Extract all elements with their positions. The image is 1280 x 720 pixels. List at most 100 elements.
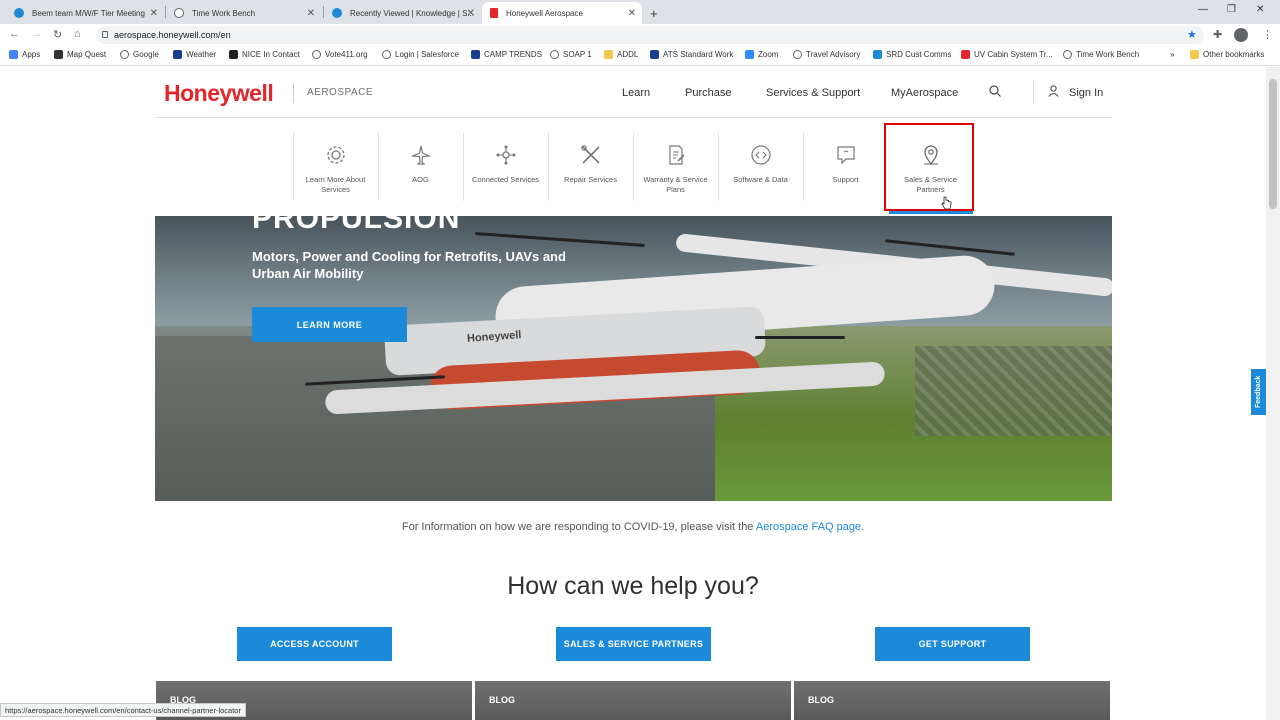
- service-repair[interactable]: Repair Services: [548, 133, 633, 205]
- user-icon[interactable]: [1048, 85, 1059, 97]
- apps-grid-icon: [9, 50, 18, 59]
- bookmark-map-quest[interactable]: Map Quest: [54, 50, 106, 59]
- tools-icon: [580, 145, 600, 164]
- bookmark-salesforce[interactable]: Login | Salesforce: [382, 50, 459, 59]
- sales-service-partners-button[interactable]: SALES & SERVICE PARTNERS: [556, 627, 711, 661]
- tab-beem-team[interactable]: Beem team M/W/F Tier Meeting ✕: [6, 2, 164, 24]
- bookmark-label: SOAP 1: [563, 50, 592, 59]
- honeywell-logo[interactable]: Honeywell: [164, 80, 274, 107]
- service-label: Repair Services: [564, 175, 617, 184]
- zoom-icon: [745, 50, 754, 59]
- service-learn-more[interactable]: Learn More About Services: [293, 133, 378, 205]
- service-software-data[interactable]: Software & Data: [718, 133, 803, 205]
- back-icon[interactable]: ←: [9, 28, 20, 40]
- service-support[interactable]: Support: [803, 133, 888, 205]
- bookmark-uv-cabin[interactable]: UV Cabin System Tr...: [961, 50, 1053, 59]
- header-divider: [1033, 80, 1034, 104]
- close-icon[interactable]: ✕: [150, 8, 158, 19]
- star-icon[interactable]: ★: [1187, 28, 1197, 41]
- bookmark-time-work-bench[interactable]: Time Work Bench: [1063, 50, 1139, 59]
- bookmark-label: NICE In Contact: [242, 50, 300, 59]
- bookmark-addl[interactable]: ADDL: [604, 50, 638, 59]
- header-rule: [155, 117, 1112, 118]
- minimize-icon[interactable]: —: [1198, 4, 1208, 15]
- bookmark-vote411[interactable]: Vote411.org: [312, 50, 368, 59]
- bookmark-soap1[interactable]: SOAP 1: [550, 50, 592, 59]
- blog-card[interactable]: BLOG: [475, 681, 791, 720]
- close-icon[interactable]: ✕: [467, 8, 475, 19]
- bookmark-label: Zoom: [758, 50, 779, 59]
- bookmarks-bar: Apps Map Quest Google Weather NICE In Co…: [0, 46, 1280, 66]
- honeywell-favicon-icon: [490, 8, 498, 18]
- more-bookmarks-button[interactable]: »: [1170, 50, 1174, 59]
- service-label: Connected Services: [471, 175, 540, 184]
- reload-icon[interactable]: ↻: [53, 28, 62, 41]
- address-bar[interactable]: aerospace.honeywell.com/en: [96, 26, 1204, 44]
- bookmark-weather[interactable]: Weather: [173, 50, 216, 59]
- bookmark-google[interactable]: Google: [120, 50, 159, 59]
- close-icon[interactable]: ✕: [307, 8, 315, 19]
- bookmark-other[interactable]: Other bookmarks: [1190, 50, 1264, 59]
- bookmark-apps[interactable]: Apps: [9, 50, 40, 59]
- nav-myaerospace[interactable]: MyAerospace: [891, 87, 958, 99]
- blog-card[interactable]: BLOG: [794, 681, 1110, 720]
- service-connected[interactable]: Connected Services: [463, 133, 548, 205]
- sign-in-link[interactable]: Sign In: [1069, 87, 1103, 99]
- aerospace-faq-link[interactable]: Aerospace FAQ page: [756, 521, 861, 533]
- service-label: AOG: [412, 175, 429, 184]
- profile-avatar[interactable]: [1234, 28, 1248, 42]
- page-scrollbar[interactable]: [1266, 67, 1280, 720]
- globe-icon: [382, 50, 391, 59]
- menu-icon[interactable]: ⋮: [1262, 28, 1273, 41]
- salesforce-icon: [332, 8, 342, 18]
- hand-cursor-icon: [941, 196, 952, 210]
- code-icon: [750, 145, 771, 165]
- maximize-icon[interactable]: ❐: [1227, 4, 1236, 15]
- service-label: Support: [832, 175, 859, 184]
- aerospace-label: AEROSPACE: [307, 87, 373, 98]
- bookmark-zoom[interactable]: Zoom: [745, 50, 778, 59]
- bookmark-label: Google: [133, 50, 159, 59]
- tab-recently-viewed[interactable]: Recently Viewed | Knowledge | S... ✕: [324, 2, 481, 24]
- home-icon[interactable]: ⌂: [74, 28, 81, 40]
- search-icon[interactable]: [989, 85, 1001, 97]
- feedback-tab[interactable]: Feedback: [1251, 369, 1266, 415]
- nav-learn[interactable]: Learn: [622, 87, 650, 99]
- blog-label: BLOG: [808, 695, 834, 705]
- bookmark-travel-advisory[interactable]: Travel Advisory: [793, 50, 860, 59]
- bookmark-label: Time Work Bench: [1076, 50, 1140, 59]
- bookmark-camp-trends[interactable]: CAMP TRENDS: [471, 50, 542, 59]
- bookmark-label: Vote411.org: [325, 50, 368, 59]
- bookmark-label: ADDL: [617, 50, 639, 59]
- close-window-icon[interactable]: ✕: [1256, 4, 1264, 15]
- service-aog[interactable]: AOG: [378, 133, 463, 205]
- active-indicator: [889, 211, 973, 214]
- bookmark-label: ATS Standard Work: [663, 50, 734, 59]
- network-icon: [496, 145, 515, 165]
- new-tab-button[interactable]: +: [646, 2, 666, 24]
- bookmark-label: CAMP TRENDS: [484, 50, 542, 59]
- tab-time-work-bench[interactable]: Time Work Bench ✕: [166, 2, 321, 24]
- close-icon[interactable]: ✕: [628, 8, 636, 19]
- bookmark-nice-in-contact[interactable]: NICE In Contact: [229, 50, 300, 59]
- bookmark-ats-standard-work[interactable]: ATS Standard Work: [650, 50, 733, 59]
- globe-icon: [1063, 50, 1072, 59]
- bookmark-srd-cust-comms[interactable]: SRD Cust Comms: [873, 50, 951, 59]
- learn-more-button[interactable]: LEARN MORE: [252, 307, 407, 342]
- get-support-button[interactable]: GET SUPPORT: [875, 627, 1030, 661]
- bookmark-label: Travel Advisory: [806, 50, 861, 59]
- access-account-button[interactable]: ACCESS ACCOUNT: [237, 627, 392, 661]
- bookmark-label: SRD Cust Comms: [886, 50, 952, 59]
- globe-icon: [174, 8, 184, 18]
- tab-title: Honeywell Aerospace: [506, 8, 583, 18]
- service-label: Learn More About Services: [305, 175, 366, 194]
- airplane-icon: [410, 145, 431, 165]
- nav-services-support[interactable]: Services & Support: [766, 87, 860, 99]
- extensions-icon[interactable]: ✚: [1213, 28, 1222, 41]
- service-warranty[interactable]: Warranty & Service Plans: [633, 133, 718, 205]
- blog-label: BLOG: [489, 695, 515, 705]
- forward-icon[interactable]: →: [31, 28, 42, 40]
- nav-purchase[interactable]: Purchase: [685, 87, 731, 99]
- scrollbar-thumb[interactable]: [1269, 79, 1277, 209]
- tab-honeywell-aerospace[interactable]: Honeywell Aerospace ✕: [482, 2, 642, 24]
